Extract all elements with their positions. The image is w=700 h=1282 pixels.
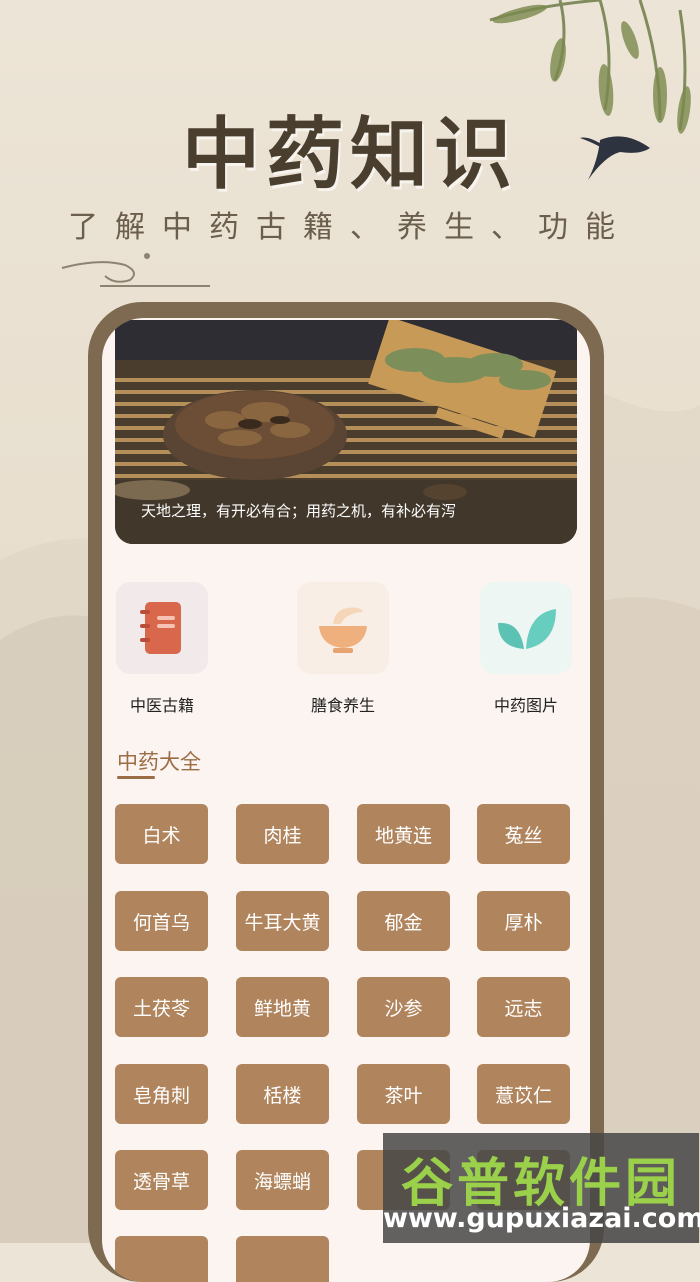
herb-button[interactable]: 远志 xyxy=(477,977,570,1037)
quick-link-label: 中医古籍 xyxy=(129,698,194,715)
herb-button[interactable]: 栝楼 xyxy=(236,1064,329,1124)
site-watermark: 谷普软件园 www.gupuxiazai.com xyxy=(383,1133,700,1243)
watermark-url: www.gupuxiazai.com xyxy=(383,1203,700,1234)
herb-button[interactable]: 何首乌 xyxy=(115,891,208,951)
quick-link-diet[interactable]: 膳食养生 xyxy=(297,582,389,716)
herb-button[interactable]: 肉桂 xyxy=(236,804,329,864)
herb-button[interactable]: 地黄连 xyxy=(357,804,450,864)
herb-button[interactable]: 透骨草 xyxy=(115,1150,208,1210)
herb-button[interactable]: 菟丝 xyxy=(477,804,570,864)
quick-link-classics[interactable]: 中医古籍 xyxy=(116,582,208,716)
section-underline xyxy=(117,776,155,779)
herb-button[interactable]: 厚朴 xyxy=(477,891,570,951)
herb-button[interactable]: 牛耳大黄 xyxy=(236,891,329,951)
herb-button[interactable]: 土茯苓 xyxy=(115,977,208,1037)
quick-link-images[interactable]: 中药图片 xyxy=(480,582,572,716)
herb-button[interactable]: 薏苡仁 xyxy=(477,1064,570,1124)
leaf-icon xyxy=(480,582,572,674)
herb-button[interactable]: 白术 xyxy=(115,804,208,864)
herb-button[interactable]: 茶叶 xyxy=(357,1064,450,1124)
herb-button[interactable]: 鲜地黄 xyxy=(236,977,329,1037)
book-icon xyxy=(116,582,208,674)
bowl-icon xyxy=(297,582,389,674)
hero-title: 中药知识 xyxy=(181,109,518,200)
quick-link-label: 膳食养生 xyxy=(310,698,375,715)
herb-button[interactable]: 海螵蛸 xyxy=(236,1150,329,1210)
banner-caption: 天地之理，有开必有合；用药之机，有补必有泻 xyxy=(115,480,577,544)
herb-button[interactable]: 沙参 xyxy=(357,977,450,1037)
herb-button[interactable]: 皂角刺 xyxy=(115,1064,208,1124)
herb-button[interactable]: 郁金 xyxy=(357,891,450,951)
quick-link-label: 中药图片 xyxy=(493,698,558,715)
hero-subtitle: 了解中药古籍、养生、功能 xyxy=(68,210,632,245)
section-title: 中药大全 xyxy=(117,751,201,774)
banner-image[interactable]: 天地之理，有开必有合；用药之机，有补必有泻 xyxy=(115,320,577,544)
